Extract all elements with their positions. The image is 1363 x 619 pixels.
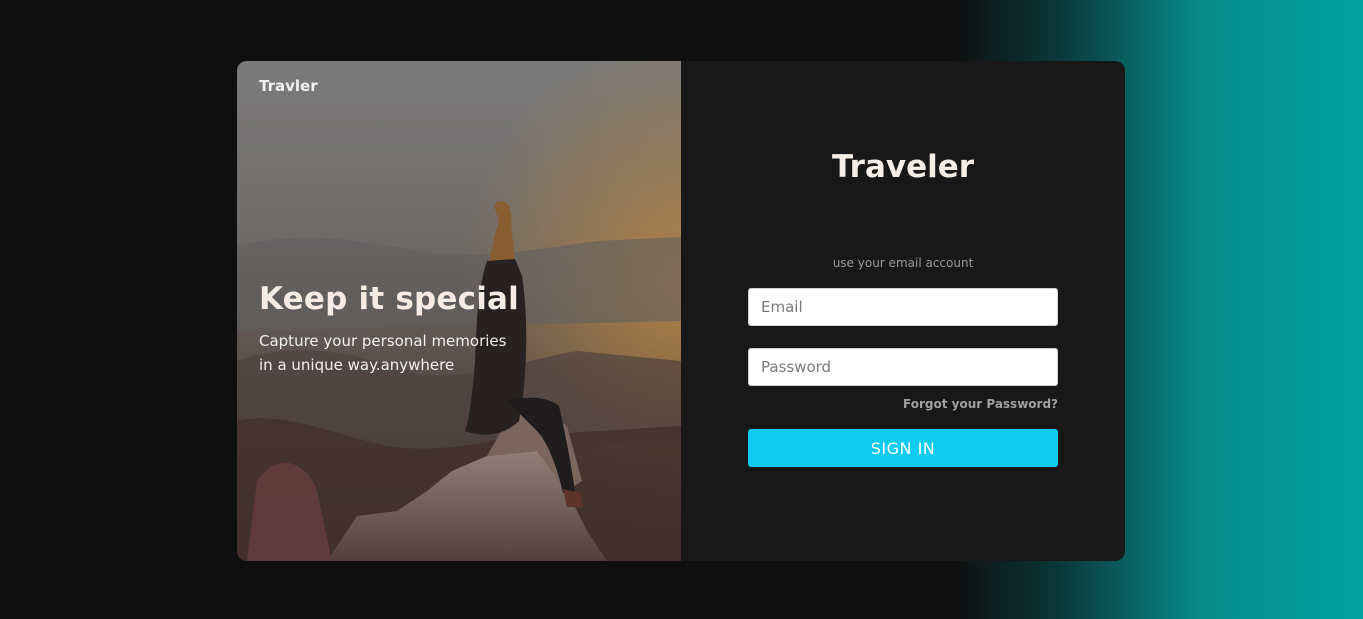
hero-panel: Travler Keep it special Capture your per…	[237, 61, 681, 561]
hero-subtitle-line2: in a unique way.anywhere	[259, 356, 455, 374]
forgot-password-link[interactable]: Forgot your Password?	[903, 397, 1058, 411]
password-field[interactable]	[748, 348, 1058, 386]
form-hint: use your email account	[832, 256, 974, 270]
signin-form: Traveler use your email account Forgot y…	[681, 61, 1125, 561]
login-card: Travler Keep it special Capture your per…	[237, 61, 1125, 561]
hero-title: Keep it special	[259, 281, 519, 317]
hero-subtitle-line1: Capture your personal memories	[259, 332, 507, 350]
form-title: Traveler	[831, 149, 975, 185]
email-field[interactable]	[748, 288, 1058, 326]
hero-brand-logo[interactable]: Travler	[259, 77, 318, 95]
hero-subtitle: Capture your personal memories in a uniq…	[259, 329, 519, 377]
sign-in-button[interactable]: SIGN IN	[748, 429, 1058, 467]
